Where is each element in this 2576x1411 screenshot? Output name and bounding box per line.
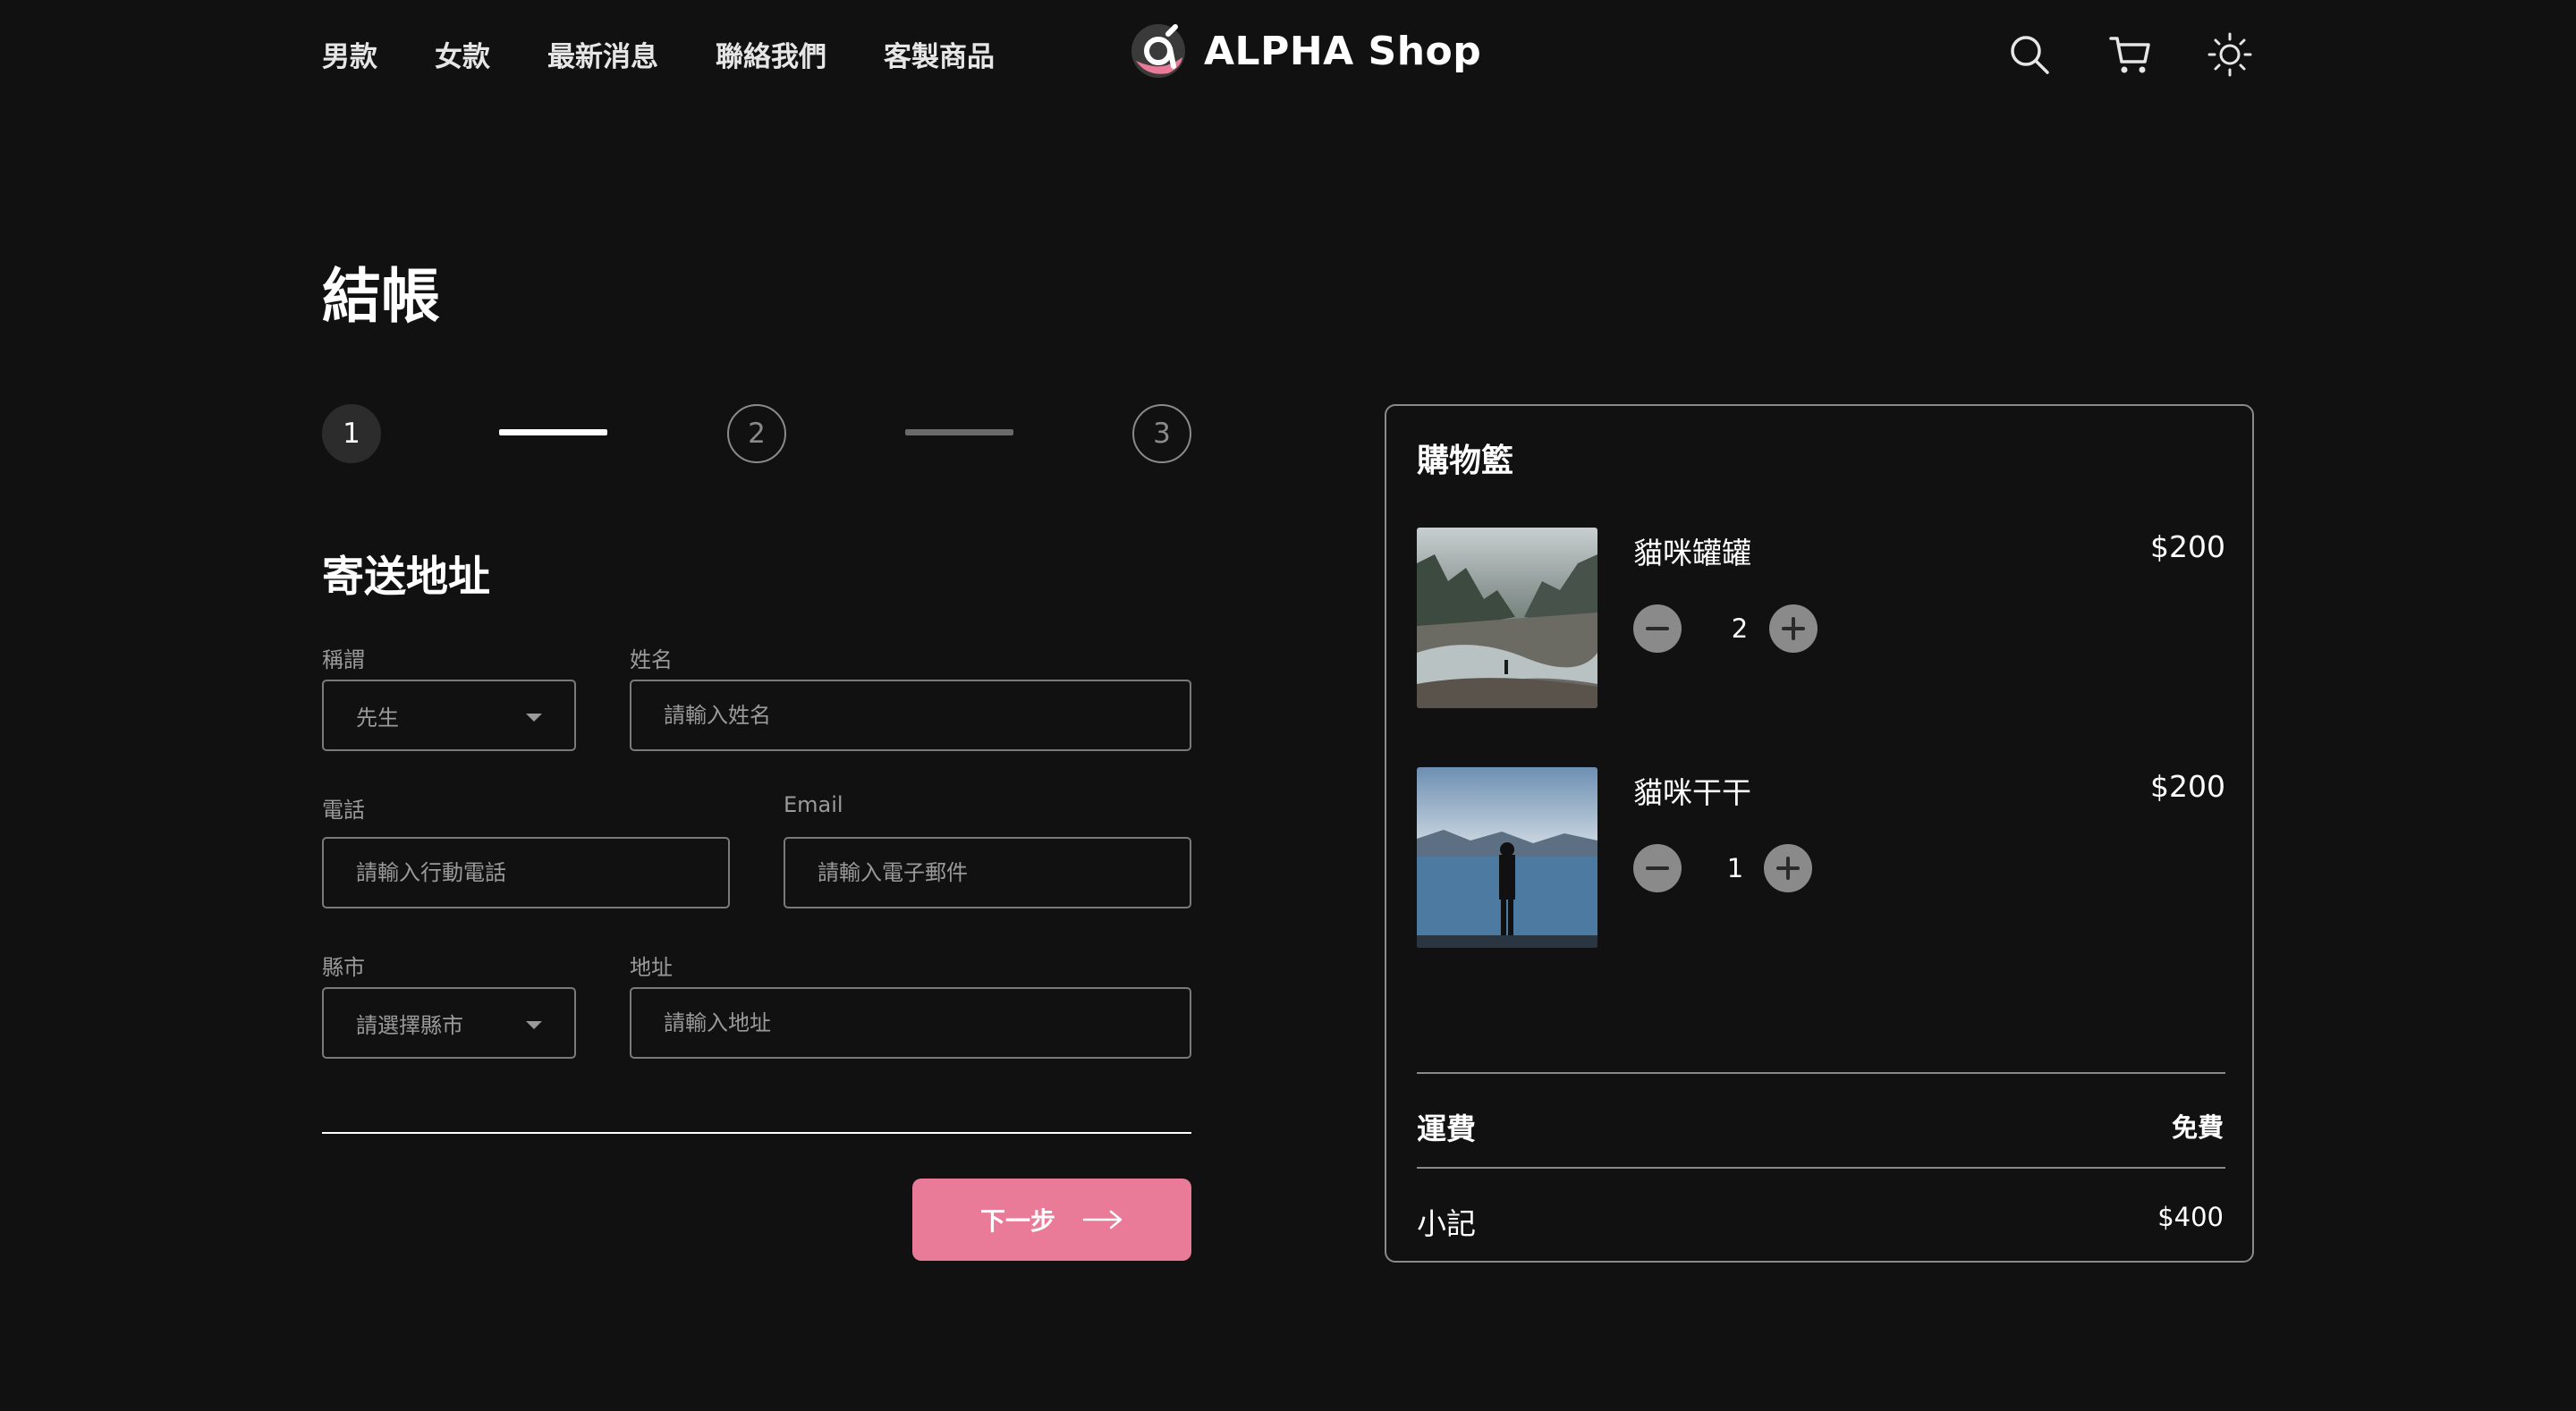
step-connector-1 [499, 429, 607, 435]
city-label: 縣市 [322, 955, 365, 980]
phone-field[interactable] [322, 837, 730, 908]
decrease-quantity-button[interactable] [1633, 604, 1682, 653]
brand-name: ALPHA Shop [1204, 28, 1482, 74]
step-1: 1 [322, 404, 381, 463]
cart-panel: 購物籃 貓咪罐罐 $200 2 貓咪干干 $200 1 運費 免費 小記 $40… [1385, 404, 2254, 1263]
checkout-page: 男款 女款 最新消息 聯絡我們 客製商品 ALPHA Shop 結帳 1 2 3… [0, 0, 2576, 1411]
subtotal-label: 小記 [1417, 1206, 1476, 1241]
brand-logo-icon [1131, 24, 1185, 78]
nav-link-news[interactable]: 最新消息 [547, 34, 658, 74]
name-input[interactable] [664, 703, 1190, 728]
product-image-lake [1417, 767, 1597, 948]
step-2: 2 [727, 404, 786, 463]
email-input[interactable] [818, 860, 1190, 885]
shipping-label: 運費 [1417, 1111, 1476, 1146]
increase-quantity-button[interactable] [1764, 844, 1812, 892]
search-icon[interactable] [2007, 32, 2052, 77]
top-navbar: 男款 女款 最新消息 聯絡我們 客製商品 ALPHA Shop [0, 0, 2576, 107]
nav-links: 男款 女款 最新消息 聯絡我們 客製商品 [322, 34, 1052, 74]
increase-quantity-button[interactable] [1769, 604, 1818, 653]
address-input[interactable] [664, 1010, 1190, 1035]
step-3: 3 [1132, 404, 1191, 463]
cart-icon[interactable] [2107, 32, 2152, 77]
decrease-quantity-button[interactable] [1633, 844, 1682, 892]
brand[interactable]: ALPHA Shop [1129, 21, 1481, 80]
product-name: 貓咪罐罐 [1633, 536, 1751, 570]
chevron-down-icon [526, 714, 542, 722]
name-field[interactable] [630, 680, 1191, 751]
cart-divider [1417, 1072, 2225, 1074]
cart-divider [1417, 1167, 2225, 1169]
phone-input[interactable] [356, 860, 728, 885]
nav-link-womens[interactable]: 女款 [435, 34, 490, 74]
next-step-button[interactable]: 下一步 [912, 1179, 1191, 1261]
nav-icons [2007, 32, 2252, 77]
nav-link-custom[interactable]: 客製商品 [884, 34, 995, 74]
cart-item: 貓咪罐罐 $200 2 [1417, 528, 2225, 708]
address-label: 地址 [630, 955, 673, 980]
nav-link-contact[interactable]: 聯絡我們 [716, 34, 826, 74]
product-name: 貓咪干干 [1633, 775, 1751, 810]
shipping-value: 免費 [2171, 1112, 2224, 1143]
city-value: 請選擇縣市 [356, 1012, 463, 1038]
product-price: $200 [2150, 529, 2225, 564]
salutation-value: 先生 [356, 705, 399, 731]
page-title: 結帳 [322, 262, 440, 331]
product-price: $200 [2150, 769, 2225, 804]
section-title: 寄送地址 [322, 553, 490, 602]
cart-item: 貓咪干干 $200 1 [1417, 767, 2225, 948]
sun-icon[interactable] [2207, 32, 2252, 77]
quantity-value: 1 [1726, 853, 1744, 883]
city-select[interactable]: 請選擇縣市 [322, 987, 576, 1059]
email-field[interactable] [784, 837, 1191, 908]
form-divider [322, 1132, 1191, 1134]
salutation-label: 稱謂 [322, 647, 365, 672]
quantity-value: 2 [1731, 613, 1749, 644]
name-label: 姓名 [630, 647, 673, 672]
arrow-right-icon [1082, 1210, 1123, 1229]
address-field[interactable] [630, 987, 1191, 1059]
product-image-river [1417, 528, 1597, 708]
phone-label: 電話 [322, 798, 365, 823]
salutation-select[interactable]: 先生 [322, 680, 576, 751]
chevron-down-icon [526, 1021, 542, 1029]
nav-link-mens[interactable]: 男款 [322, 34, 377, 74]
subtotal-value: $400 [2157, 1202, 2224, 1232]
cart-title: 購物籃 [1417, 443, 1514, 479]
next-step-label: 下一步 [979, 1207, 1055, 1235]
email-label: Email [784, 792, 843, 817]
step-connector-2 [905, 429, 1013, 435]
